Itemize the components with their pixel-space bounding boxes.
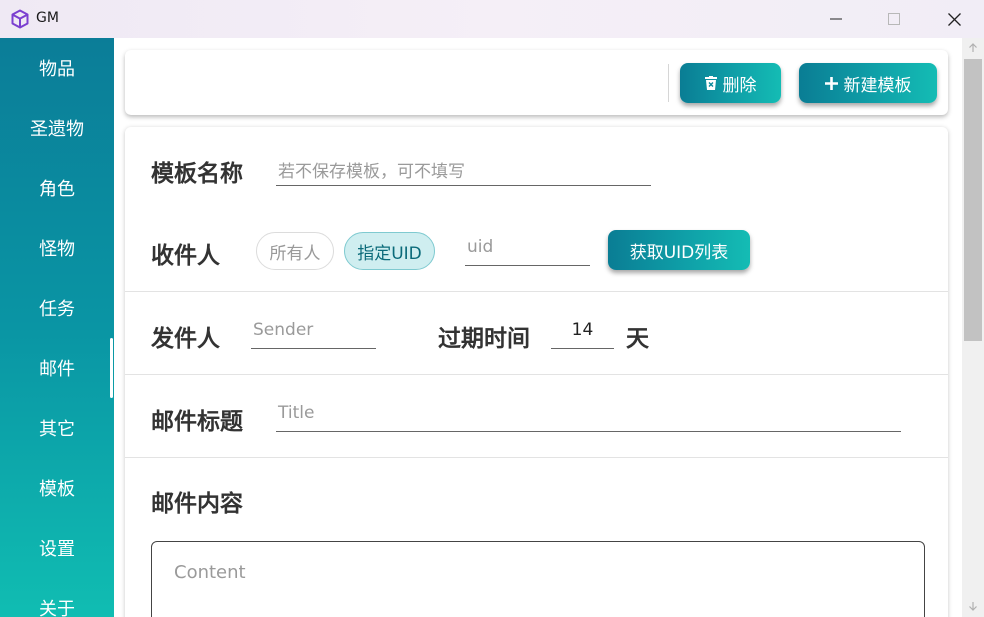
sidebar-item-monsters[interactable]: 怪物 bbox=[0, 218, 114, 278]
uid-input[interactable]: uid bbox=[465, 237, 590, 266]
template-name-placeholder: 若不保存模板，可不填写 bbox=[278, 162, 465, 182]
mail-content-placeholder: Content bbox=[174, 562, 246, 583]
sidebar-item-items[interactable]: 物品 bbox=[0, 38, 114, 98]
sidebar-item-label: 设置 bbox=[39, 539, 75, 560]
arrow-down-icon bbox=[969, 602, 977, 611]
template-name-label: 模板名称 bbox=[151, 161, 243, 187]
arrow-up-icon bbox=[969, 43, 977, 52]
toolbar: 删除 新建模板 bbox=[125, 50, 948, 115]
plus-icon bbox=[824, 76, 838, 90]
mail-form: 模板名称 若不保存模板，可不填写 收件人 所有人 指定UID uid 获取UID… bbox=[125, 127, 948, 617]
sender-placeholder: Sender bbox=[253, 320, 314, 340]
sidebar-item-label: 任务 bbox=[39, 299, 75, 320]
scroll-up-button[interactable] bbox=[962, 38, 984, 58]
divider bbox=[125, 457, 948, 458]
sidebar-item-label: 关于 bbox=[39, 599, 75, 617]
mail-title-label: 邮件标题 bbox=[151, 409, 243, 435]
maximize-button[interactable] bbox=[869, 0, 919, 38]
main-content: 删除 新建模板 模板名称 若不保存模板，可不填写 收件人 所有人 指定UID u… bbox=[114, 38, 962, 617]
sidebar-item-label: 模板 bbox=[39, 479, 75, 500]
delete-label: 删除 bbox=[722, 75, 757, 96]
sidebar-item-artifacts[interactable]: 圣遗物 bbox=[0, 98, 114, 158]
delete-button[interactable]: 删除 bbox=[680, 63, 781, 103]
minimize-icon bbox=[830, 18, 842, 20]
sender-label: 发件人 bbox=[151, 326, 220, 352]
vertical-scrollbar[interactable] bbox=[962, 38, 984, 617]
sidebar-item-label: 邮件 bbox=[39, 359, 75, 380]
expiry-days-value: 14 bbox=[571, 320, 594, 340]
mail-content-label: 邮件内容 bbox=[151, 491, 243, 517]
chip-specific-uid[interactable]: 指定UID bbox=[344, 232, 435, 270]
expiry-unit-label: 天 bbox=[626, 326, 649, 352]
fetch-uid-list-label: 获取UID列表 bbox=[629, 242, 729, 263]
close-button[interactable] bbox=[929, 0, 979, 38]
sender-input[interactable]: Sender bbox=[251, 320, 376, 349]
sidebar-item-other[interactable]: 其它 bbox=[0, 398, 114, 458]
maximize-icon bbox=[888, 13, 900, 25]
template-name-input[interactable]: 若不保存模板，可不填写 bbox=[276, 157, 651, 186]
title-bar: GM bbox=[0, 0, 984, 38]
close-icon bbox=[947, 12, 961, 26]
scroll-thumb[interactable] bbox=[964, 59, 982, 341]
expiry-days-input[interactable]: 14 bbox=[551, 320, 614, 349]
sidebar-item-label: 角色 bbox=[39, 179, 75, 200]
new-template-button[interactable]: 新建模板 bbox=[799, 63, 937, 103]
trash-icon bbox=[704, 76, 717, 90]
active-indicator bbox=[110, 338, 113, 398]
scroll-down-button[interactable] bbox=[962, 596, 984, 616]
divider bbox=[125, 291, 948, 292]
sidebar-item-about[interactable]: 关于 bbox=[0, 578, 114, 617]
mail-title-input[interactable]: Title bbox=[276, 403, 901, 432]
sidebar-item-label: 其它 bbox=[39, 419, 75, 440]
sidebar-item-mail[interactable]: 邮件 bbox=[0, 338, 114, 398]
toolbar-divider bbox=[668, 64, 669, 102]
recipient-label: 收件人 bbox=[151, 243, 220, 269]
minimize-button[interactable] bbox=[811, 0, 861, 38]
divider bbox=[125, 374, 948, 375]
expiry-label: 过期时间 bbox=[438, 326, 530, 352]
sidebar-item-label: 圣遗物 bbox=[30, 119, 84, 140]
sidebar-item-characters[interactable]: 角色 bbox=[0, 158, 114, 218]
sidebar-item-quests[interactable]: 任务 bbox=[0, 278, 114, 338]
sidebar-item-settings[interactable]: 设置 bbox=[0, 518, 114, 578]
sidebar-item-label: 怪物 bbox=[39, 239, 75, 260]
new-template-label: 新建模板 bbox=[843, 75, 912, 96]
sidebar-nav: 物品 圣遗物 角色 怪物 任务 邮件 其它 模板 设置 关于 bbox=[0, 38, 114, 617]
sidebar-item-label: 物品 bbox=[39, 59, 75, 80]
window-title: GM bbox=[36, 10, 59, 26]
chip-label: 所有人 bbox=[269, 243, 321, 264]
chip-label: 指定UID bbox=[357, 243, 422, 264]
sidebar-item-templates[interactable]: 模板 bbox=[0, 458, 114, 518]
fetch-uid-list-button[interactable]: 获取UID列表 bbox=[608, 230, 750, 270]
mail-content-textarea[interactable]: Content bbox=[151, 541, 925, 617]
mail-title-placeholder: Title bbox=[278, 403, 315, 423]
chip-all-recipients[interactable]: 所有人 bbox=[256, 232, 334, 270]
uid-placeholder: uid bbox=[467, 237, 494, 257]
cube-app-icon bbox=[11, 9, 29, 29]
